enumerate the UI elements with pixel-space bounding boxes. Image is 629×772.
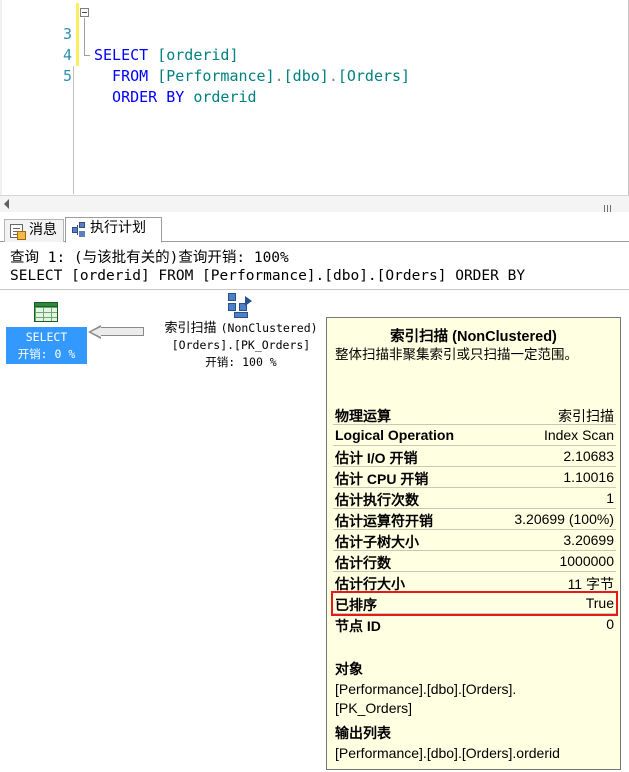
scroll-grip-icon[interactable] [604, 199, 618, 214]
arrow-head-fill [91, 327, 101, 337]
output-list-value: [Performance].[dbo].[Orders].orderid [335, 745, 560, 761]
code-text[interactable]: FROM [Performance].[dbo].[Orders] [94, 66, 410, 87]
execution-plan-icon [72, 222, 85, 238]
tooltip-description: 整体扫描非聚集索引或只扫描一定范围。 [335, 347, 578, 362]
prop-key: 已排序 [335, 597, 377, 613]
code-line[interactable]: 3 SELECT [orderid] [0, 3, 600, 64]
index-scan-icon[interactable] [225, 293, 253, 320]
prop-node-id: 节点 ID 0 [333, 614, 616, 635]
prop-key: 节点 ID [335, 618, 381, 634]
tab-messages[interactable]: 消息 [4, 219, 64, 242]
prop-operator-cost: 估计运算符开销 3.20699 (100%) [333, 509, 616, 530]
prop-key: 估计 I/O 开销 [335, 450, 418, 466]
prop-ordered: 已排序 True [331, 591, 618, 616]
plan-header: 查询 1: (与该批有关的)查询开销: 100% SELECT [orderid… [0, 243, 629, 290]
prop-value: 3.20699 (100%) [514, 511, 614, 527]
scan-node-type: (NonClustered) [220, 321, 318, 335]
prop-key: Logical Operation [335, 427, 455, 443]
tab-label: 消息 [29, 222, 57, 238]
prop-value: True [585, 595, 614, 611]
keyword: FROM [94, 67, 158, 85]
identifier: orderid [193, 88, 257, 106]
tooltip-properties: 物理运算 索引扫描 Logical Operation Index Scan 估计 … [331, 404, 618, 635]
prop-key: 估计运算符开销 [335, 513, 433, 529]
line-number: 5 [62, 67, 72, 85]
select-table-icon[interactable] [34, 302, 58, 322]
index-scan-node[interactable]: 索引扫描 (NonClustered) [Orders].[PK_Orders]… [146, 320, 336, 371]
select-node-name: SELECT [25, 330, 68, 344]
prop-value: 1 [606, 490, 614, 506]
data-flow-arrow[interactable] [100, 327, 144, 336]
prop-value: 11 字节 [567, 576, 614, 592]
horizontal-scrollbar[interactable] [0, 195, 629, 214]
tooltip-title: 索引扫描 (NonClustered) [390, 329, 557, 345]
prop-key: 估计子树大小 [335, 534, 419, 550]
scan-node-name: 索引扫描 [164, 321, 217, 336]
results-tabs: 消息 执行计划 [0, 212, 629, 243]
prop-value: 1.10016 [563, 469, 614, 485]
messages-icon [10, 224, 26, 240]
query-cost-line: 查询 1: (与该批有关的)查询开销: 100% [10, 250, 289, 266]
prop-value: 0 [606, 616, 614, 632]
scan-node-cost: 开销: 100 % [205, 355, 277, 369]
prop-value: 1000000 [559, 553, 614, 569]
scan-node-object: [Orders].[PK_Orders] [171, 338, 311, 352]
prop-subtree-cost: 估计子树大小 3.20699 [333, 530, 616, 551]
margin-guide [73, 66, 74, 194]
select-node-cost: 开销: 0 % [17, 347, 76, 361]
code-line[interactable]: 5 ORDER BY orderid [0, 45, 600, 106]
prop-key: 估计行数 [335, 555, 391, 571]
punctuation: . [274, 67, 284, 85]
prop-row-count: 估计行数 1000000 [333, 551, 616, 572]
scroll-left-icon[interactable] [4, 199, 9, 209]
code-text[interactable]: ORDER BY orderid [94, 87, 257, 108]
prop-value: 2.10683 [563, 448, 614, 464]
select-node[interactable]: SELECT 开销: 0 % [6, 327, 87, 364]
prop-value: Index Scan [543, 427, 614, 443]
identifier: [dbo] [283, 67, 329, 85]
object-value-line1: [Performance].[dbo].[Orders]. [335, 681, 517, 697]
prop-key: 估计执行次数 [335, 492, 419, 508]
identifier: [Orders] [337, 67, 411, 85]
keyword: ORDER BY [94, 88, 194, 106]
prop-key: 物理运算 [335, 408, 391, 424]
punctuation: . [328, 67, 338, 85]
object-value-line2: [PK_Orders] [335, 700, 413, 716]
query-editor[interactable]: 3 SELECT [orderid] 4 FROM [Performance].… [0, 0, 629, 214]
prop-key: 估计行大小 [335, 576, 405, 592]
prop-value: 3.20699 [563, 532, 614, 548]
prop-executions: 估计执行次数 1 [333, 488, 616, 509]
tab-label: 执行计划 [90, 220, 146, 236]
prop-cpu-cost: 估计 CPU 开销 1.10016 [333, 467, 616, 488]
query-text-line: SELECT [orderid] FROM [Performance].[dbo… [10, 268, 526, 284]
prop-row-size: 估计行大小 11 字节 [333, 572, 616, 593]
object-label: 对象 [335, 661, 363, 677]
prop-key: 估计 CPU 开销 [335, 471, 429, 487]
output-list-label: 输出列表 [335, 725, 391, 741]
code-line[interactable]: 4 FROM [Performance].[dbo].[Orders] [0, 24, 600, 85]
tab-execution-plan[interactable]: 执行计划 [65, 217, 162, 243]
prop-logical-operation: Logical Operation Index Scan [333, 425, 616, 446]
prop-value: 索引扫描 [558, 408, 614, 424]
prop-io-cost: 估计 I/O 开销 2.10683 [333, 446, 616, 467]
operator-tooltip: 索引扫描 (NonClustered) 整体扫描非聚集索引或只扫描一定范围。 物… [326, 317, 621, 770]
prop-physical-operation: 物理运算 索引扫描 [333, 404, 616, 425]
identifier: [Performance] [157, 67, 275, 85]
